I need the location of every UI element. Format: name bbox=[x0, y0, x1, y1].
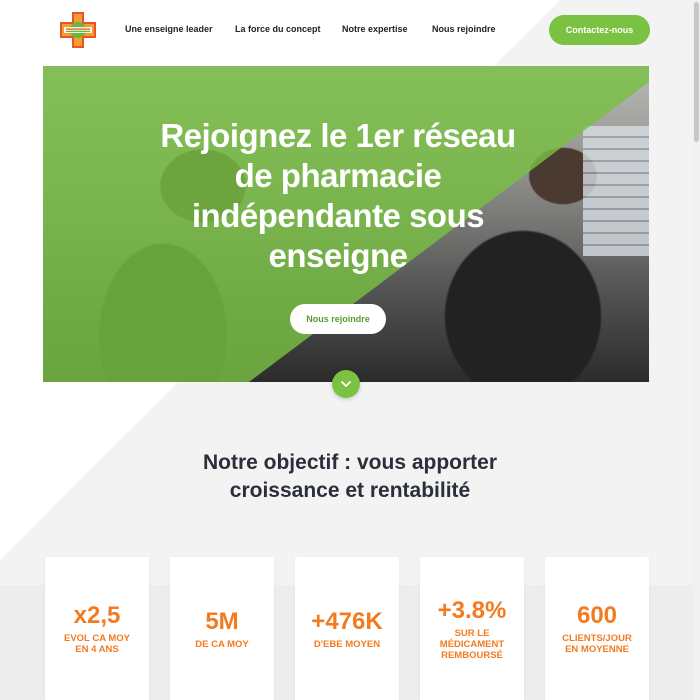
section-title: Notre objectif : vous apporter croissanc… bbox=[150, 449, 550, 505]
stat-card: +476K D'EBE MOYEN bbox=[295, 557, 399, 700]
stat-card: 5M DE CA MOY bbox=[170, 557, 274, 700]
chevron-down-icon bbox=[341, 381, 351, 387]
stat-value: 600 bbox=[576, 602, 618, 629]
stat-value: x2,5 bbox=[73, 602, 121, 629]
nav-item-enseigne[interactable]: Une enseigne leader bbox=[125, 24, 213, 34]
site-header: Une enseigne leader La force du concept … bbox=[0, 0, 700, 62]
stat-value: +3.8% bbox=[437, 596, 507, 624]
contact-button[interactable]: Contactez-nous bbox=[549, 15, 650, 45]
stat-card: +3.8% SUR LE MÉDICAMENT REMBOURSÉ bbox=[420, 557, 524, 700]
stat-card: 600 CLIENTS/JOUR EN MOYENNE bbox=[545, 557, 649, 700]
nav-item-rejoindre[interactable]: Nous rejoindre bbox=[432, 24, 496, 34]
scrollbar-thumb[interactable] bbox=[694, 2, 699, 142]
pharmacie-logo[interactable] bbox=[56, 10, 100, 50]
cross-emblem-icon bbox=[60, 12, 96, 48]
scroll-down-button[interactable] bbox=[332, 370, 360, 398]
stat-label: D'EBE MOYEN bbox=[313, 638, 381, 650]
stat-label: SUR LE MÉDICAMENT REMBOURSÉ bbox=[439, 627, 505, 661]
nav-item-concept[interactable]: La force du concept bbox=[235, 24, 321, 34]
stat-label: EVOL CA MOY EN 4 ANS bbox=[64, 633, 130, 655]
stats-row: x2,5 EVOL CA MOY EN 4 ANS 5M DE CA MOY +… bbox=[45, 557, 649, 700]
pharmacy-shelf-image bbox=[583, 126, 649, 256]
stat-value: 5M bbox=[205, 607, 239, 635]
join-button[interactable]: Nous rejoindre bbox=[290, 304, 386, 334]
stat-card: x2,5 EVOL CA MOY EN 4 ANS bbox=[45, 557, 149, 700]
stat-label: CLIENTS/JOUR EN MOYENNE bbox=[562, 633, 632, 655]
nav-item-expertise[interactable]: Notre expertise bbox=[342, 24, 408, 34]
stat-value: +476K bbox=[311, 607, 383, 635]
hero-title: Rejoignez le 1er réseau de pharmacie ind… bbox=[160, 117, 516, 274]
hero-banner: Rejoignez le 1er réseau de pharmacie ind… bbox=[43, 66, 649, 382]
stat-label: DE CA MOY bbox=[195, 638, 249, 650]
page-scrollbar[interactable] bbox=[693, 0, 700, 700]
section-title-line1: Notre objectif : vous apporter bbox=[202, 451, 498, 474]
section-title-line2: croissance et rentabilité bbox=[229, 479, 471, 502]
